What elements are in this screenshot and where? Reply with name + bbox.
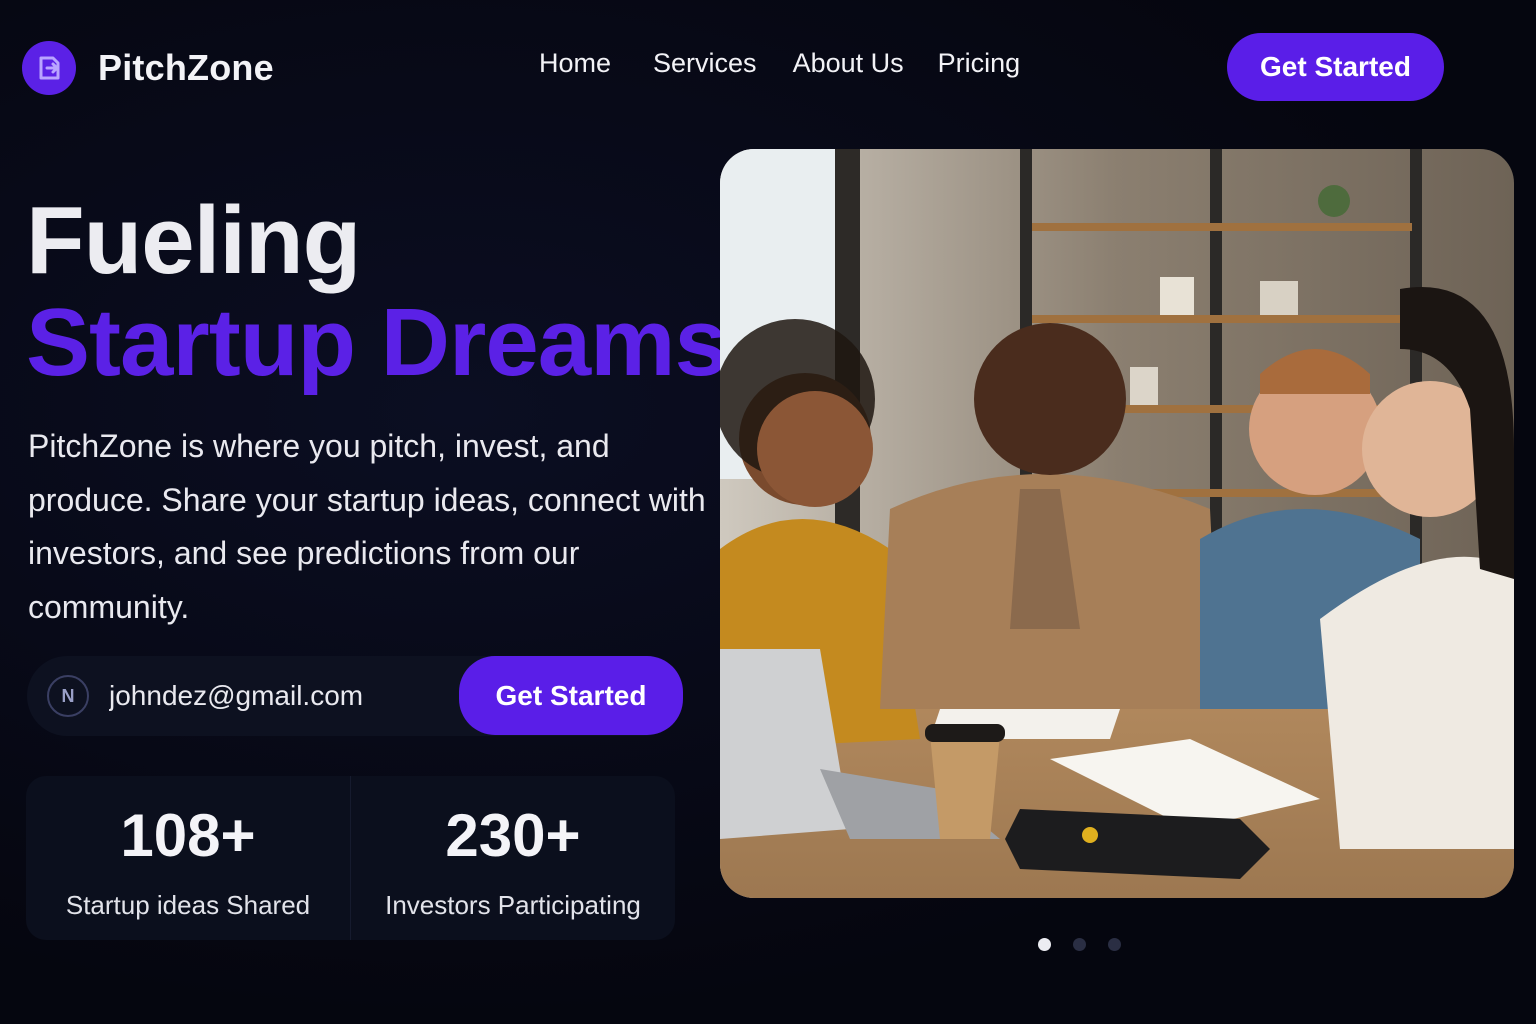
brand-name: PitchZone xyxy=(98,47,274,88)
stat-investors: 230+ Investors Participating xyxy=(350,776,675,940)
hero-description: PitchZone is where you pitch, invest, an… xyxy=(28,428,706,625)
brand-logo[interactable]: PitchZone xyxy=(22,41,274,95)
stat-label: Startup ideas Shared xyxy=(65,890,311,920)
carousel-dot-3[interactable] xyxy=(1108,938,1121,951)
carousel-dot-1[interactable] xyxy=(1038,938,1051,951)
nav-about-us[interactable]: About Us xyxy=(793,48,904,79)
stat-value: 230+ xyxy=(445,802,581,869)
carousel-dots xyxy=(1038,938,1121,951)
email-input[interactable] xyxy=(109,676,449,716)
stat-label: Investors Participating xyxy=(385,890,641,920)
signup-get-started-button[interactable]: Get Started xyxy=(459,656,683,735)
logo-icon xyxy=(22,41,76,95)
team-meeting-illustration xyxy=(720,149,1514,898)
stat-startup-ideas: 108+ Startup ideas Shared xyxy=(26,776,350,940)
main-nav: Home Services About Us Pricing xyxy=(539,48,1056,79)
carousel-dot-2[interactable] xyxy=(1073,938,1086,951)
header-get-started-button[interactable]: Get Started xyxy=(1227,33,1444,101)
stats-panel: 108+ Startup ideas Shared 230+ Investors… xyxy=(26,776,675,940)
email-signup-bar: N Get Started xyxy=(27,656,683,736)
landing-page: PitchZone Home Services About Us Pricing… xyxy=(0,0,1536,1024)
email-icon: N xyxy=(47,675,89,717)
hero-title: Fueling Startup Dreams xyxy=(26,187,728,396)
nav-pricing[interactable]: Pricing xyxy=(938,48,1021,79)
nav-home[interactable]: Home xyxy=(539,48,611,79)
hero-photo xyxy=(720,149,1514,898)
hero-title-line1: Fueling xyxy=(26,187,361,294)
stat-value: 108+ xyxy=(120,802,256,869)
nav-services[interactable]: Services xyxy=(653,48,757,79)
hero-title-line2: Startup Dreams xyxy=(26,289,728,396)
